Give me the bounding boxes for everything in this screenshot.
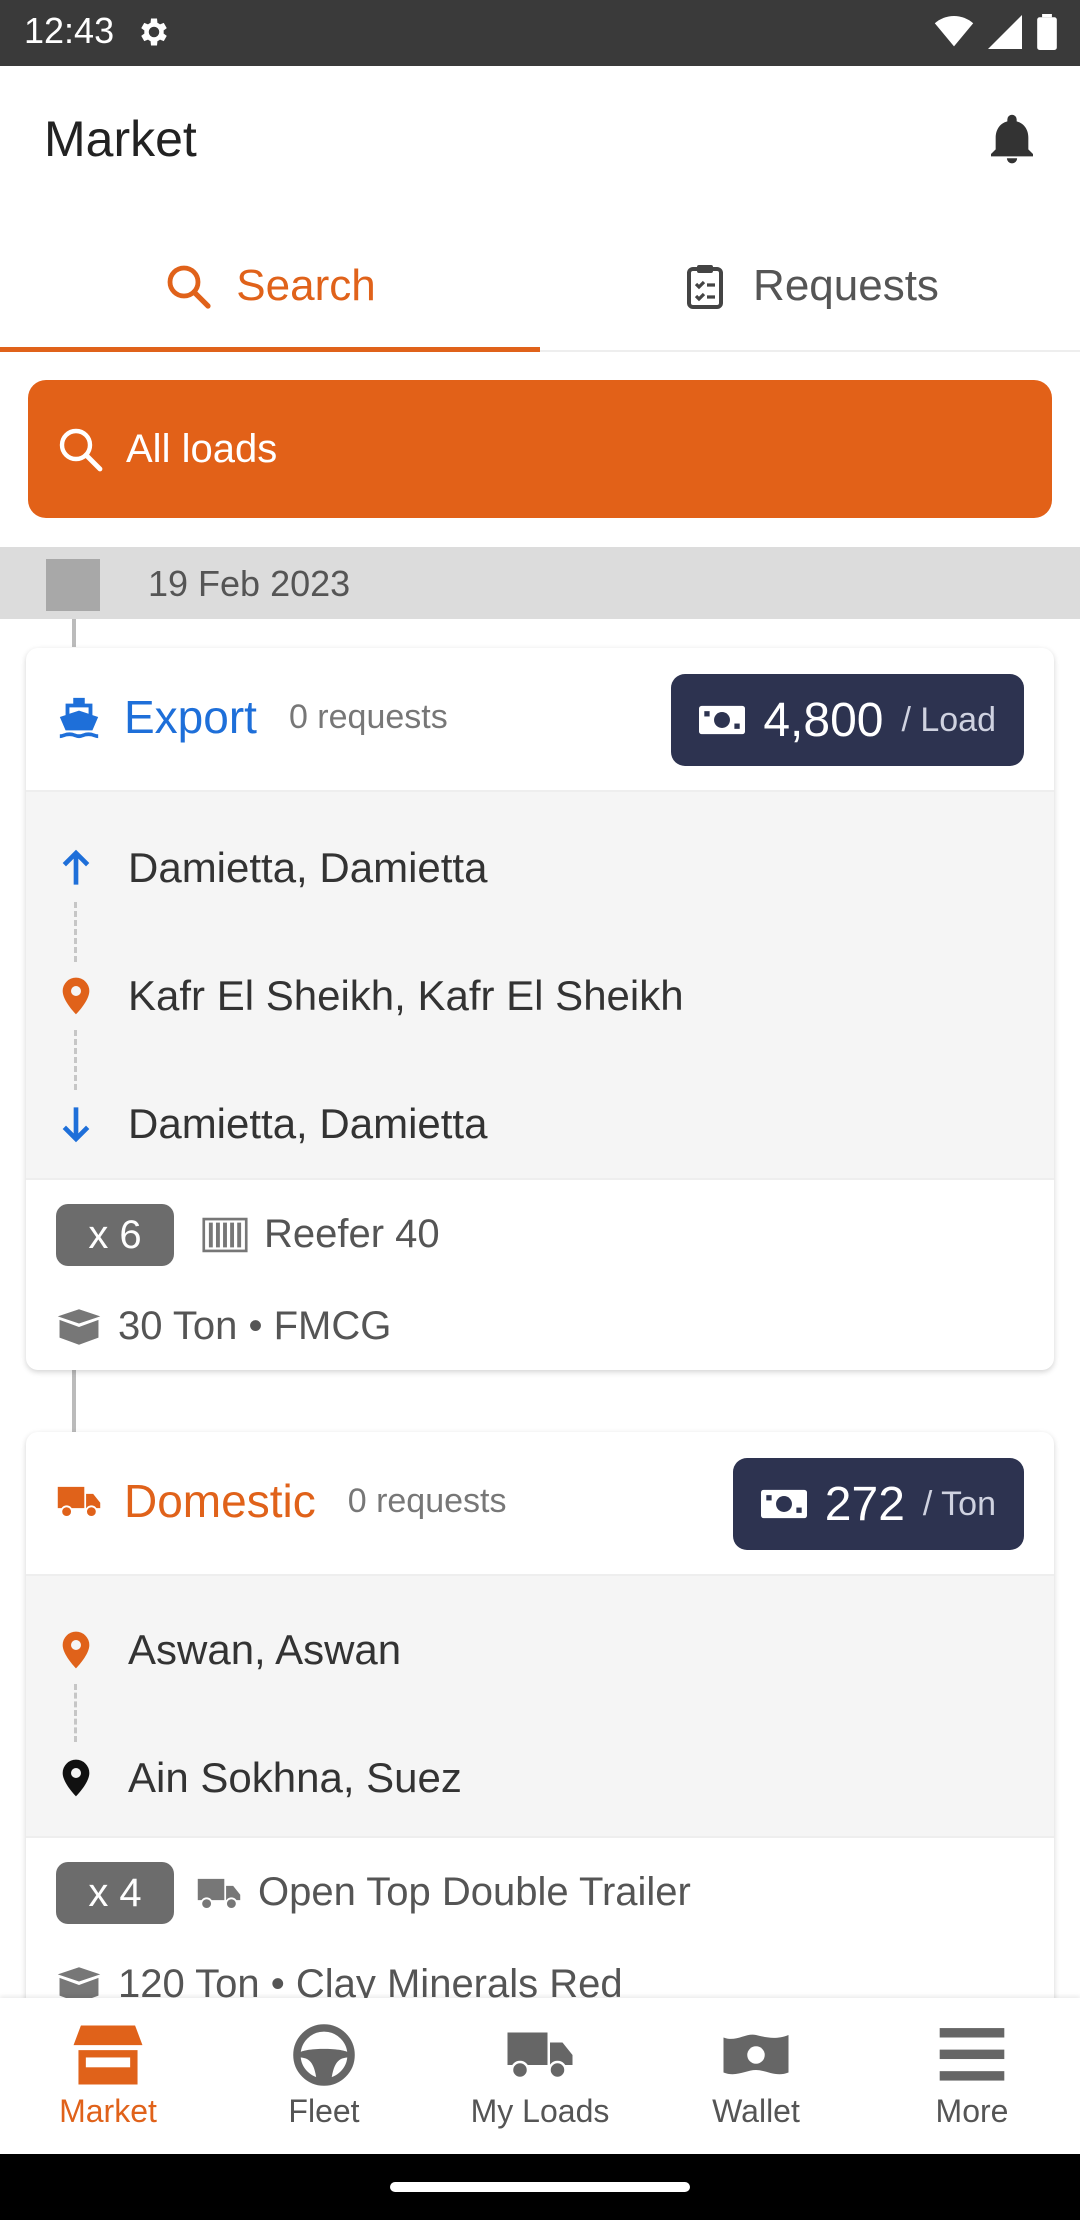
truck-icon [57,1486,101,1518]
location-pin-icon [56,976,96,1016]
tab-search-label: Search [236,261,376,310]
load-details: x 6 Reefer 40 30 Ton • FMCG [26,1180,1054,1368]
store-icon [73,2024,143,2085]
route-stop-pickup: Aswan, Aswan [26,1620,1054,1680]
route-section: Damietta, Damietta Kafr El Sheikh, Kafr … [26,792,1054,1180]
nav-market[interactable]: Market [0,1998,216,2154]
ship-icon [59,697,99,739]
route-connector [74,902,77,962]
route-section: Aswan, Aswan Ain Sokhna, Suez [26,1576,1054,1838]
load-card[interactable]: Domestic 0 requests 272 / Ton Aswan, Asw… [26,1432,1054,2052]
request-count: 0 requests [288,697,448,736]
signal-icon [988,15,1022,49]
search-label: All loads [126,426,278,471]
clipboard-icon [687,265,724,309]
price-value: 4,800 [763,693,884,747]
money-icon [723,2034,789,2074]
route-stop-destination: Damietta, Damietta [26,1094,1054,1154]
load-type-label: Domestic [124,1475,316,1527]
arrow-down-icon [56,1104,96,1144]
load-card-header: Domestic 0 requests 272 / Ton [26,1432,1054,1576]
tab-requests[interactable]: Requests [540,222,1080,350]
search-icon [167,265,211,309]
money-icon [699,705,746,735]
weight-label: 30 Ton • FMCG [118,1304,392,1348]
tab-requests-label: Requests [753,261,939,310]
page-title: Market [44,111,197,167]
notification-bell-icon[interactable] [984,112,1040,168]
load-type-label: Export [124,691,257,743]
nav-more-label: More [935,2092,1009,2129]
price-value: 272 [824,1477,905,1531]
nav-wallet-label: Wallet [712,2092,800,2129]
location-pin-icon [56,1758,96,1798]
route-stop-origin: Damietta, Damietta [26,838,1054,898]
price-badge: 272 / Ton [732,1458,1024,1550]
truck-icon [507,2032,573,2079]
date-marker [46,559,100,611]
quantity-badge: x 4 [56,1862,174,1924]
route-connector [74,1684,77,1742]
route-connector [74,1030,77,1090]
battery-icon [1037,14,1057,50]
price-unit: / Ton [922,1484,996,1523]
status-icons [934,12,1058,52]
menu-icon [939,2027,1005,2081]
truck-type: Open Top Double Trailer [196,1870,691,1915]
nav-more[interactable]: More [864,1998,1080,2154]
quantity-badge: x 6 [56,1204,174,1266]
tab-bar: Search Requests [0,222,1080,352]
load-card-header: Export 0 requests 4,800 / Load [26,648,1054,792]
nav-my-loads[interactable]: My Loads [432,1998,648,2154]
arrow-up-icon [56,848,96,888]
date-text: 19 Feb 2023 [148,563,351,604]
container-icon [202,1217,248,1252]
container-label: Reefer 40 [264,1212,440,1256]
stop-name: Ain Sokhna, Suez [128,1754,462,1801]
load-type: Domestic 0 requests [56,1474,506,1528]
app-bar: Market [0,66,1080,222]
steering-wheel-icon [293,2023,355,2086]
load-card[interactable]: Export 0 requests 4,800 / Load Damietta,… [26,648,1054,1370]
load-type: Export 0 requests [56,690,448,744]
truck-icon [197,1878,241,1910]
home-indicator[interactable] [390,2182,690,2192]
stop-name: Damietta, Damietta [128,1100,488,1147]
price-badge: 4,800 / Load [671,674,1024,766]
search-icon [59,428,103,472]
nav-wallet[interactable]: Wallet [648,1998,864,2154]
stop-name: Kafr El Sheikh, Kafr El Sheikh [128,972,684,1019]
tab-search[interactable]: Search [0,222,540,352]
bottom-navigation: Market Fleet My Loads Wallet More [0,1998,1080,2154]
settings-gear-icon [141,18,167,46]
weight-commodity: 30 Ton • FMCG [56,1304,391,1349]
nav-fleet[interactable]: Fleet [216,1998,432,2154]
truck-type-label: Open Top Double Trailer [258,1870,691,1914]
system-gesture-bar [0,2154,1080,2220]
date-header: 19 Feb 2023 [0,547,1080,619]
stop-name: Damietta, Damietta [128,844,488,891]
timeline-line [72,619,76,647]
location-pin-icon [56,1630,96,1670]
status-bar: 12:43 [0,0,1080,66]
nav-fleet-label: Fleet [288,2092,360,2129]
status-time: 12:43 [24,10,115,51]
route-stop-destination: Ain Sokhna, Suez [26,1748,1054,1808]
money-icon [760,1489,807,1519]
wifi-icon [934,16,974,47]
timeline-line [72,1370,76,1432]
container-type: Reefer 40 [202,1212,440,1257]
request-count: 0 requests [347,1481,507,1520]
price-unit: / Load [901,700,996,739]
route-stop-pickup: Kafr El Sheikh, Kafr El Sheikh [26,966,1054,1026]
box-icon [57,1308,101,1345]
nav-market-label: Market [59,2092,157,2129]
nav-my-loads-label: My Loads [470,2092,610,2129]
all-loads-search-button[interactable]: All loads [28,380,1052,518]
stop-name: Aswan, Aswan [128,1626,402,1673]
